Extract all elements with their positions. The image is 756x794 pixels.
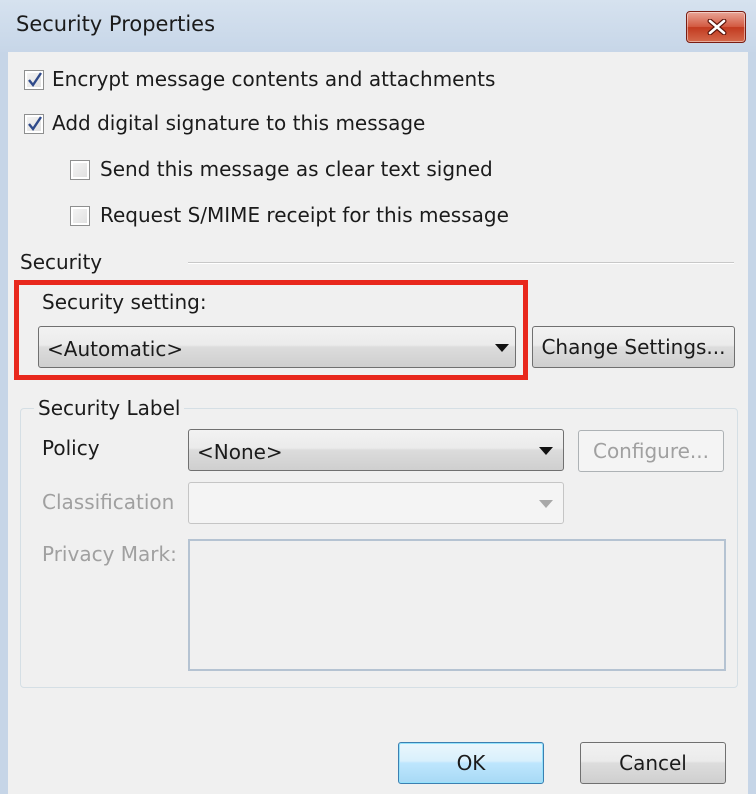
checkmark-icon bbox=[28, 116, 42, 132]
encrypt-checkbox[interactable] bbox=[24, 70, 44, 90]
checkmark-icon bbox=[28, 72, 42, 88]
security-setting-dropdown[interactable]: <Automatic> bbox=[38, 326, 516, 368]
configure-label: Configure... bbox=[592, 439, 709, 463]
policy-label: Policy bbox=[42, 436, 100, 460]
classification-label: Classification bbox=[42, 490, 175, 514]
security-setting-label: Security setting: bbox=[42, 290, 207, 314]
receipt-label[interactable]: Request S/MIME receipt for this message bbox=[100, 203, 509, 227]
cancel-button[interactable]: Cancel bbox=[580, 742, 726, 784]
classification-dropdown[interactable] bbox=[188, 482, 564, 524]
receipt-checkbox[interactable] bbox=[70, 206, 90, 226]
clear-text-checkbox[interactable] bbox=[70, 160, 90, 180]
security-setting-value: <Automatic> bbox=[47, 337, 184, 361]
policy-dropdown[interactable]: <None> bbox=[188, 429, 564, 471]
ok-button[interactable]: OK bbox=[398, 742, 544, 784]
close-button[interactable] bbox=[686, 11, 746, 43]
cancel-label: Cancel bbox=[619, 751, 687, 775]
ok-label: OK bbox=[456, 751, 486, 775]
chevron-down-icon bbox=[495, 344, 509, 352]
encrypt-label[interactable]: Encrypt message contents and attachments bbox=[52, 67, 495, 91]
privacy-mark-label: Privacy Mark: bbox=[42, 542, 177, 566]
change-settings-button[interactable]: Change Settings... bbox=[532, 326, 735, 368]
chevron-down-icon bbox=[539, 500, 553, 508]
security-section-label: Security bbox=[20, 250, 103, 274]
close-icon bbox=[707, 19, 727, 35]
security-label-group-title: Security Label bbox=[34, 396, 185, 420]
security-properties-dialog: Security Properties Encrypt message cont… bbox=[0, 0, 756, 794]
dialog-body: Encrypt message contents and attachments… bbox=[8, 52, 748, 794]
signature-checkbox[interactable] bbox=[24, 114, 44, 134]
policy-value: <None> bbox=[197, 440, 283, 464]
clear-text-label[interactable]: Send this message as clear text signed bbox=[100, 157, 493, 181]
change-settings-label: Change Settings... bbox=[541, 335, 726, 359]
configure-button[interactable]: Configure... bbox=[578, 430, 724, 472]
privacy-mark-textarea[interactable] bbox=[188, 539, 726, 671]
security-divider bbox=[188, 262, 734, 264]
chevron-down-icon bbox=[539, 447, 553, 455]
signature-label[interactable]: Add digital signature to this message bbox=[52, 111, 425, 135]
window-title: Security Properties bbox=[16, 12, 216, 36]
title-bar[interactable]: Security Properties bbox=[0, 0, 756, 52]
